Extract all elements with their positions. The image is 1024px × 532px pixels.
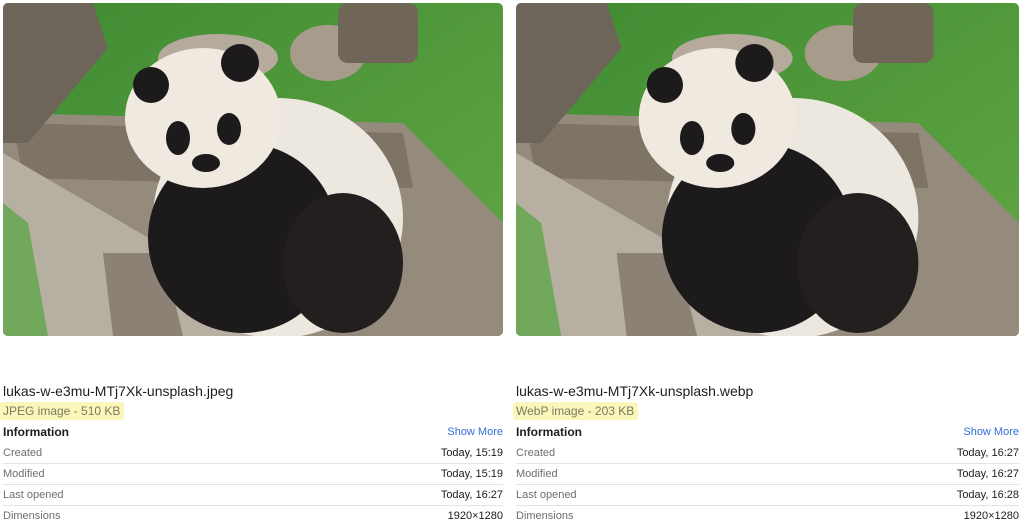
info-row-value: Today, 16:27 [440,489,503,501]
info-row-label: Last opened [3,489,64,501]
info-row-value: 1920×1280 [447,510,503,522]
info-row-label: Created [516,447,556,459]
info-row-dimensions: Dimensions 1920×1280 [3,506,503,526]
info-row-label: Created [3,447,43,459]
info-row-value: Today, 16:28 [956,489,1019,501]
info-row-modified: Modified Today, 15:19 [3,464,503,485]
info-row-last-opened: Last opened Today, 16:27 [3,485,503,506]
information-title: Information [516,425,582,439]
info-row-label: Dimensions [516,510,574,522]
info-row-created: Created Today, 16:27 [516,443,1019,464]
info-row-dimensions: Dimensions 1920×1280 [516,506,1019,526]
info-row-label: Modified [516,468,558,480]
info-row-label: Last opened [516,489,577,501]
show-more-link[interactable]: Show More [447,426,503,438]
info-row-modified: Modified Today, 16:27 [516,464,1019,485]
info-row-value: 1920×1280 [963,510,1019,522]
file-info-panel-webp: lukas-w-e3mu-MTj7Xk-unsplash.webp WebP i… [513,0,1019,532]
show-more-link[interactable]: Show More [963,426,1019,438]
info-row-value: Today, 15:19 [440,468,503,480]
panda-photo [516,3,1019,336]
info-row-last-opened: Last opened Today, 16:28 [516,485,1019,506]
information-header: Information Show More [3,425,503,443]
file-name: lukas-w-e3mu-MTj7Xk-unsplash.jpeg [3,383,234,399]
info-row-created: Created Today, 15:19 [3,443,503,464]
panda-photo [3,3,503,336]
information-rows: Created Today, 16:27 Modified Today, 16:… [516,443,1019,526]
info-row-value: Today, 16:27 [956,468,1019,480]
information-header: Information Show More [516,425,1019,443]
image-preview-webp[interactable] [516,3,1019,336]
info-row-value: Today, 16:27 [956,447,1019,459]
file-name: lukas-w-e3mu-MTj7Xk-unsplash.webp [516,383,754,399]
image-preview-jpeg[interactable] [3,3,503,336]
information-title: Information [3,425,69,439]
info-row-label: Modified [3,468,45,480]
info-row-value: Today, 15:19 [440,447,503,459]
file-kind-size: WebP image - 203 KB [513,402,639,420]
information-rows: Created Today, 15:19 Modified Today, 15:… [3,443,503,526]
file-kind-size: JPEG image - 510 KB [0,402,125,420]
info-row-label: Dimensions [3,510,61,522]
file-info-panel-jpeg: lukas-w-e3mu-MTj7Xk-unsplash.jpeg JPEG i… [0,0,503,532]
